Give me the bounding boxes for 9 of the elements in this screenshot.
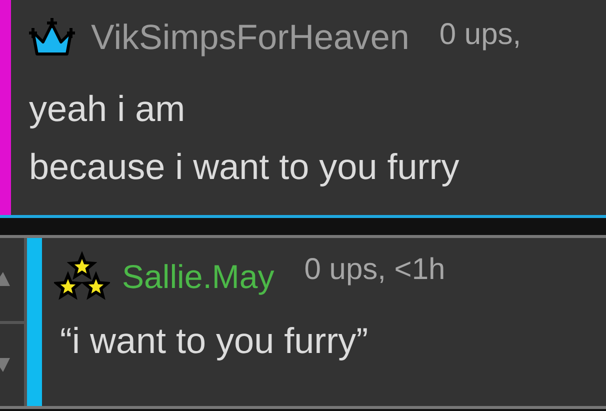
username[interactable]: Sallie.May (122, 258, 274, 296)
comment-text: yeah i am because i want to you furry (29, 87, 460, 189)
reply-text: “i want to you furry” (60, 319, 370, 363)
username[interactable]: VikSimpsForHeaven (91, 18, 410, 58)
downvote-icon[interactable] (0, 358, 10, 372)
vote-info: 0 ups, <1h (304, 253, 446, 287)
vote-info: 0 ups, (439, 18, 522, 52)
crown-icon (29, 18, 75, 58)
upvote-icon[interactable] (0, 272, 10, 286)
